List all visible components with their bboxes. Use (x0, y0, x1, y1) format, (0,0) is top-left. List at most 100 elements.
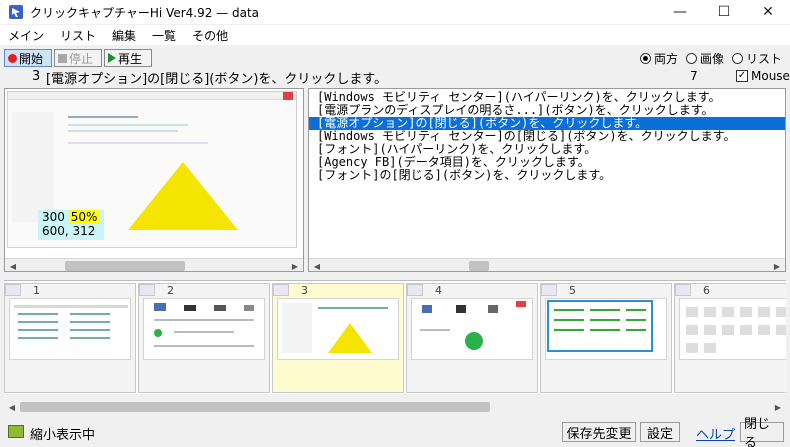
close-window-button[interactable]: ✕ (746, 0, 790, 24)
mouse-checkbox[interactable]: ✓ Mouse (736, 69, 790, 83)
preview-text-line (68, 130, 178, 132)
scroll-left-icon[interactable]: ◀ (6, 401, 18, 413)
scroll-thumb[interactable] (469, 261, 489, 271)
view-list-label: リスト (745, 52, 782, 66)
thumbnail-hscrollbar[interactable]: ◀ ▶ (4, 400, 786, 414)
radio-icon (685, 53, 697, 64)
radio-selected-icon (639, 53, 651, 64)
window-title: クリックキャプチャーHi Ver4.92 — data (30, 5, 260, 20)
view-both-radio[interactable]: 両方 (639, 50, 678, 67)
thumbnail-5[interactable]: 5 (540, 283, 672, 393)
menu-main[interactable]: メイン (0, 27, 52, 44)
fonts-thumb (686, 307, 786, 353)
app-window: クリックキャプチャーHi Ver4.92 — data — ☐ ✕ メイン リス… (0, 0, 790, 447)
thumbnail-tab (541, 284, 557, 296)
triangle-shape (128, 162, 238, 230)
thumbnail-4[interactable]: 4 (406, 283, 538, 393)
preview-text-line (68, 124, 188, 126)
thumbnail-tab (273, 284, 289, 296)
thumbnail-2[interactable]: 2 (138, 283, 270, 393)
thumbnail-number: 4 (435, 284, 442, 297)
screenshot-preview: 300 50% 600, 312 (7, 91, 297, 248)
change-save-dest-button[interactable]: 保存先変更 (562, 422, 636, 442)
step-description: [電源オプション]の[閉じる](ボタン)を、クリックします。 (46, 72, 388, 87)
thumbnail-image (545, 298, 667, 360)
scroll-left-icon[interactable]: ◀ (7, 260, 19, 271)
mouse-label: Mouse (751, 69, 790, 83)
preview-close-icon (283, 92, 293, 100)
thumbnail-image (679, 298, 786, 360)
view-mode-group: 両方 画像 リスト (639, 50, 782, 67)
menu-edit[interactable]: 編集 (104, 27, 144, 44)
checkmark-icon: ✓ (736, 70, 748, 82)
record-button[interactable]: 開始 (4, 49, 52, 67)
thumbnail-1[interactable]: 1 (4, 283, 136, 393)
maximize-button[interactable]: ☐ (702, 0, 746, 24)
stop-button[interactable]: 停止 (54, 49, 102, 67)
thumbnail-number: 5 (569, 284, 576, 297)
thumbnail-tab (407, 284, 423, 296)
cursor-info-box: 300 50% 600, 312 (38, 210, 104, 240)
view-list-radio[interactable]: リスト (731, 50, 782, 67)
thumbnail-number: 6 (703, 284, 710, 297)
preview-text-line (68, 116, 138, 118)
thumbnail-tab (675, 284, 691, 296)
power-options-thumb (282, 303, 388, 353)
preview-window-titlebar (8, 92, 296, 100)
preview-hscrollbar[interactable]: ◀ ▶ (5, 258, 303, 271)
thumbnail-image (277, 298, 399, 360)
folder-icon[interactable] (8, 425, 24, 438)
scroll-right-icon[interactable]: ▶ (771, 260, 783, 271)
view-image-radio[interactable]: 画像 (685, 50, 724, 67)
thumbnail-number: 2 (167, 284, 174, 297)
help-link[interactable]: ヘルプ (696, 424, 735, 443)
play-label: 再生 (118, 51, 143, 66)
thumbnail-number: 3 (301, 284, 308, 297)
thumbnail-image (411, 298, 533, 360)
thumbnail-image (9, 298, 131, 360)
zoom-percent: 50% (68, 210, 100, 224)
image-preview-pane[interactable]: 300 50% 600, 312 ◀ ▶ (4, 88, 304, 272)
scroll-right-icon[interactable]: ▶ (289, 260, 301, 271)
scroll-left-icon[interactable]: ◀ (311, 260, 323, 271)
bottom-bar: 縮小表示中 保存先変更 設定 ヘルプ 閉じる (0, 417, 790, 447)
scroll-thumb[interactable] (65, 261, 185, 271)
step-count: 7 (690, 69, 698, 83)
toolbar: 開始 停止 再生 両方 画像 リスト (0, 48, 790, 68)
thumbnail-strip: 1 2 3 4 5 6 (4, 280, 786, 394)
thumbnail-tab (5, 284, 21, 296)
step-list-pane[interactable]: [Windows モビリティ センター](ハイパーリンク)を、クリックします。 … (308, 88, 786, 272)
scroll-thumb[interactable] (20, 402, 490, 412)
play-button[interactable]: 再生 (104, 49, 152, 67)
stop-icon (58, 53, 67, 63)
thumbnail-3[interactable]: 3 (272, 283, 404, 393)
menu-bar: メイン リスト 編集 一覧 その他 (0, 25, 790, 45)
list-hscrollbar[interactable]: ◀ ▶ (309, 258, 785, 271)
preview-sidebar (12, 112, 54, 222)
title-bar: クリックキャプチャーHi Ver4.92 — data — ☐ ✕ (0, 0, 790, 24)
menu-other[interactable]: その他 (184, 27, 236, 44)
close-button[interactable]: 閉じる (740, 417, 784, 447)
record-icon (8, 53, 17, 63)
preview-text-line (68, 142, 208, 144)
radio-icon (731, 53, 743, 64)
minimize-button[interactable]: — (658, 0, 702, 24)
mobility-center-thumb (154, 303, 254, 347)
current-step-line: 3 [電源オプション]の[閉じる](ボタン)を、クリックします。 7 ✓ Mou… (0, 68, 790, 87)
view-both-label: 両方 (653, 52, 678, 66)
app-icon (9, 5, 23, 19)
view-image-label: 画像 (699, 52, 724, 66)
scroll-right-icon[interactable]: ▶ (772, 401, 784, 413)
thumbnail-6[interactable]: 6 (674, 283, 786, 393)
thumbnail-tab (139, 284, 155, 296)
list-item[interactable]: [フォント]の[閉じる](ボタン)を、クリックします。 (317, 169, 785, 182)
control-panel-thumb (14, 305, 128, 339)
menu-list[interactable]: リスト (52, 27, 104, 44)
step-list: [Windows モビリティ センター](ハイパーリンク)を、クリックします。 … (309, 91, 785, 182)
zoom-value: 300 (42, 210, 65, 224)
thumbnail-number: 1 (33, 284, 40, 297)
play-icon (108, 53, 116, 63)
settings-button[interactable]: 設定 (640, 422, 680, 442)
menu-overview[interactable]: 一覧 (144, 27, 184, 44)
step-number: 3 (32, 69, 41, 84)
